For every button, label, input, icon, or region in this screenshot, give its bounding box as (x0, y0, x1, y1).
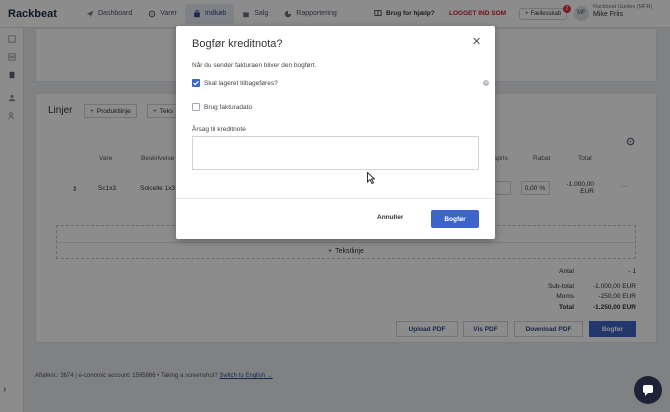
modal-title: Bogfør kreditnota? (192, 38, 283, 50)
help-icon[interactable]: ? (483, 80, 489, 86)
reason-textarea[interactable] (192, 136, 479, 170)
chat-button[interactable] (634, 376, 662, 404)
modal-divider (176, 198, 495, 199)
confirm-book-button[interactable]: Bogfør (431, 210, 479, 228)
check-icon (193, 80, 199, 86)
invoice-date-checkbox[interactable] (192, 103, 200, 111)
close-icon[interactable]: ✕ (472, 37, 481, 48)
reason-label: Årsag til kreditnote (192, 126, 246, 133)
book-credit-note-modal: Bogfør kreditnota? ✕ Når du sender faktu… (176, 26, 495, 239)
restock-label: Skal lageret tilbageføres? (204, 80, 278, 87)
modal-subtitle: Når du sender fakturaen bliver den bogfø… (192, 62, 317, 69)
cancel-button[interactable]: Annuller (377, 214, 403, 221)
mouse-cursor-icon (367, 172, 375, 184)
invoice-date-label: Brug fakturadato (204, 104, 253, 111)
restock-checkbox[interactable] (192, 79, 200, 87)
chat-icon (643, 385, 653, 396)
